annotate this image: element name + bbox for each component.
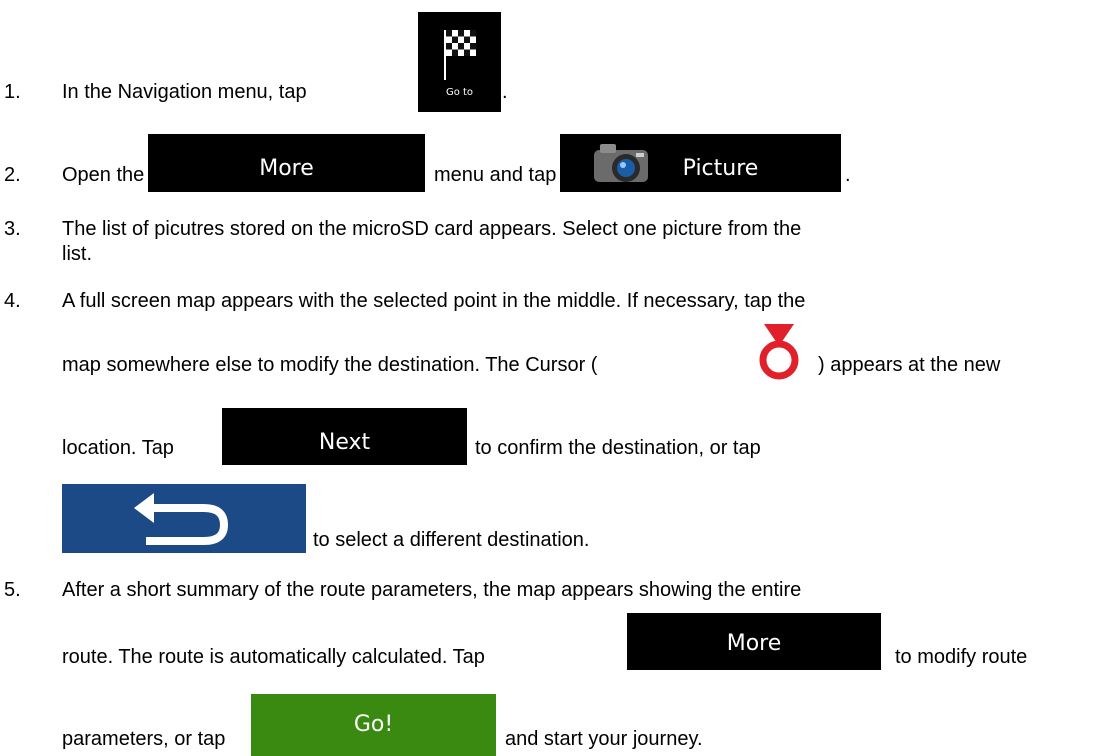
go-button[interactable]: Go!: [251, 694, 496, 756]
step-text: and start your journey.: [505, 728, 703, 750]
more-button[interactable]: More: [148, 134, 425, 192]
step-number: 4.: [4, 290, 21, 312]
checkered-flag-icon: [444, 30, 476, 80]
next-label: Next: [318, 430, 371, 455]
step-text: After a short summary of the route param…: [62, 579, 802, 601]
go-to-label: Go to: [445, 87, 474, 98]
step-text: parameters, or tap: [62, 728, 226, 750]
step-number: 3.: [4, 218, 21, 240]
step-text: .: [845, 164, 851, 186]
step-text: In the Navigation menu, tap: [62, 81, 307, 103]
step-number: 1.: [4, 81, 21, 103]
step-number: 5.: [4, 579, 21, 601]
step-text: menu and tap: [434, 164, 557, 186]
more-label: More: [726, 631, 782, 656]
next-button[interactable]: Next: [222, 408, 467, 465]
cursor-icon: [759, 324, 799, 380]
more-label: More: [259, 156, 314, 181]
step-text: Open the: [62, 164, 145, 186]
step-text: to select a different destination.: [313, 529, 590, 551]
go-label: Go!: [353, 712, 394, 737]
step-text: A full screen map appears with the selec…: [62, 290, 806, 312]
go-to-button[interactable]: Go to: [418, 12, 501, 112]
camera-icon: [594, 144, 648, 182]
picture-button[interactable]: Picture: [560, 134, 841, 192]
step-text: route. The route is automatically calcul…: [62, 646, 485, 668]
step-number: 2.: [4, 164, 21, 186]
step-text: map somewhere else to modify the destina…: [62, 354, 598, 376]
back-arrow-icon: [134, 493, 229, 545]
step-text: location. Tap: [62, 437, 174, 459]
back-button[interactable]: [62, 484, 306, 553]
step-text: ) appears at the new: [818, 354, 1001, 376]
step-text: .: [502, 81, 508, 103]
step-text: The list of picutres stored on the micro…: [62, 218, 802, 240]
step-text: to modify route: [895, 646, 1028, 668]
step-text: list.: [62, 243, 92, 265]
more-button[interactable]: More: [627, 613, 881, 670]
step-text: to confirm the destination, or tap: [475, 437, 761, 459]
